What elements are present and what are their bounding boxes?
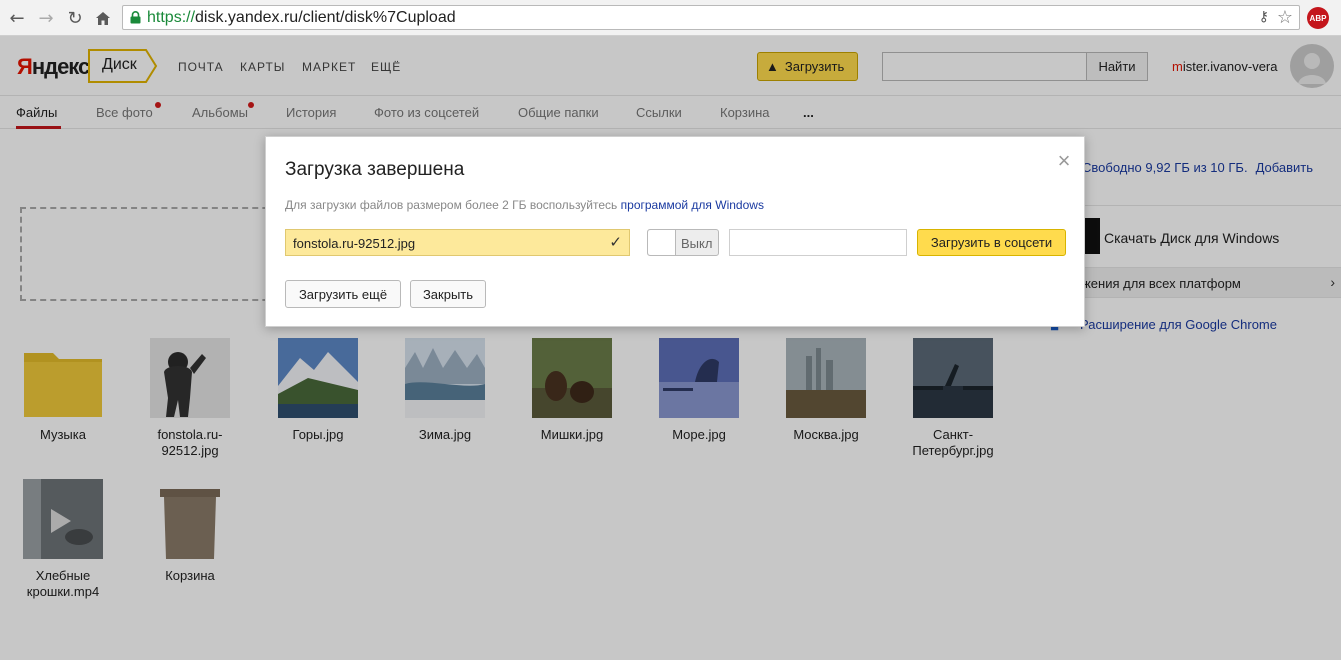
toggle-knob bbox=[648, 230, 676, 255]
adblock-icon[interactable]: ABP bbox=[1307, 7, 1329, 29]
url-text: https://disk.yandex.ru/client/disk%7Cupl… bbox=[147, 9, 456, 26]
public-link-field[interactable] bbox=[729, 229, 907, 256]
close-icon[interactable]: × bbox=[1055, 150, 1073, 172]
reload-icon[interactable]: ↻ bbox=[65, 8, 85, 29]
public-link-toggle[interactable]: Выкл bbox=[647, 229, 719, 256]
upload-more-button[interactable]: Загрузить ещё bbox=[285, 280, 401, 308]
toggle-label: Выкл bbox=[681, 236, 713, 251]
star-icon[interactable]: ☆ bbox=[1277, 7, 1293, 28]
upload-to-social-button[interactable]: Загрузить в соцсети bbox=[917, 229, 1066, 256]
checkmark-icon: ✓ bbox=[609, 233, 622, 251]
dialog-title: Загрузка завершена bbox=[285, 159, 465, 180]
uploaded-file-name: fonstola.ru-92512.jpg bbox=[293, 236, 416, 251]
home-icon[interactable] bbox=[93, 8, 113, 28]
modal-overlay[interactable] bbox=[0, 36, 1341, 660]
uploaded-file-row: fonstola.ru-92512.jpg ✓ bbox=[285, 229, 630, 256]
upload-complete-dialog: Загрузка завершена × Для загрузки файлов… bbox=[265, 136, 1085, 327]
dialog-note: Для загрузки файлов размером более 2 ГБ … bbox=[285, 198, 764, 212]
back-icon[interactable]: ← bbox=[7, 8, 27, 29]
lock-icon bbox=[130, 11, 141, 24]
windows-program-link[interactable]: программой для Windows bbox=[621, 198, 764, 212]
address-bar[interactable]: https://disk.yandex.ru/client/disk%7Cupl… bbox=[122, 5, 1300, 30]
forward-icon[interactable]: → bbox=[36, 8, 56, 29]
browser-toolbar: ← → ↻ https://disk.yandex.ru/client/disk… bbox=[0, 0, 1341, 36]
key-icon[interactable]: ⚷ bbox=[1259, 9, 1269, 25]
close-button[interactable]: Закрыть bbox=[410, 280, 486, 308]
